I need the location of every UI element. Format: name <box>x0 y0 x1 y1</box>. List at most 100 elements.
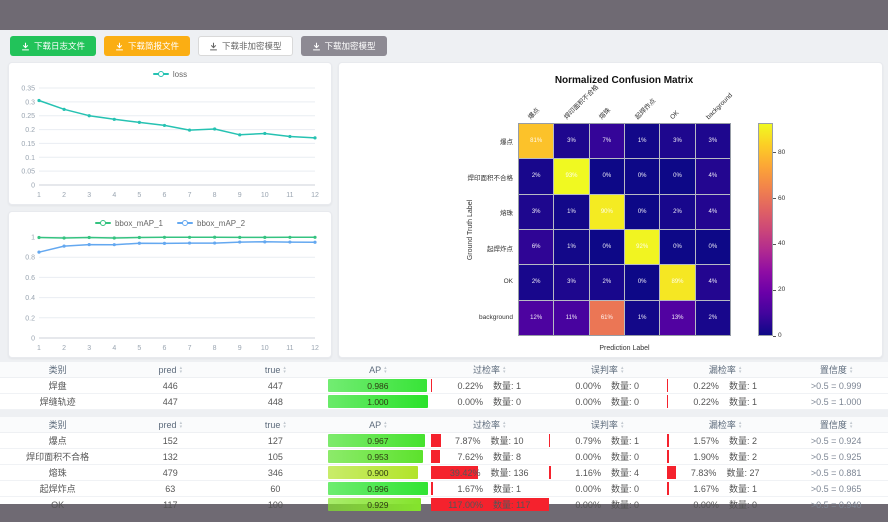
loss-chart-legend: loss <box>11 66 329 82</box>
column-header-6[interactable]: 漏检率▴▾ <box>666 417 784 433</box>
legend-label: bbox_mAP_2 <box>197 219 245 228</box>
matrix-cell: 1% <box>554 195 588 229</box>
data-point <box>213 236 216 239</box>
matrix-row-label: 爆点 <box>500 136 513 146</box>
download-plain-model-button[interactable]: 下载非加密模型 <box>198 36 293 56</box>
column-header-7[interactable]: 置信度▴▾ <box>784 362 888 378</box>
button-label: 下载日志文件 <box>34 40 85 52</box>
miss-rate-bar <box>667 482 669 495</box>
miss-rate-cell: 0.00%数量: 0 <box>666 498 784 511</box>
class-name: 熔珠 <box>0 465 115 481</box>
sort-icon[interactable]: ▴▾ <box>384 421 387 429</box>
miss-rate-count: 数量: 27 <box>726 466 759 479</box>
matrix-cell: 1% <box>625 124 659 158</box>
sort-icon[interactable]: ▴▾ <box>739 366 742 374</box>
sort-icon[interactable]: ▴▾ <box>180 366 183 374</box>
misjudge-rate-bar <box>549 434 550 447</box>
column-header-3[interactable]: AP▴▾ <box>326 362 431 378</box>
column-header-5[interactable]: 误判率▴▾ <box>548 362 666 378</box>
matrix-cell: 92% <box>625 230 659 264</box>
data-point <box>62 244 65 247</box>
sort-icon[interactable]: ▴▾ <box>850 366 853 374</box>
data-point <box>138 236 141 239</box>
matrix-cell: 2% <box>519 265 553 299</box>
svg-text:8: 8 <box>213 192 217 199</box>
svg-text:0.3: 0.3 <box>25 99 35 106</box>
table-row: 焊印面积不合格1321050.9537.62%数量: 80.00%数量: 01.… <box>0 449 888 465</box>
matrix-cell: 13% <box>660 301 694 335</box>
misjudge-rate-rate: 1.16% <box>575 468 601 478</box>
sort-icon[interactable]: ▴▾ <box>180 421 183 429</box>
download-log-button[interactable]: 下载日志文件 <box>10 36 96 56</box>
matrix-cell: 0% <box>625 265 659 299</box>
data-point <box>163 124 166 127</box>
legend-item-bbox_mAP_2[interactable]: bbox_mAP_2 <box>177 219 245 228</box>
svg-text:0.2: 0.2 <box>25 315 35 322</box>
legend-item-bbox_mAP_1[interactable]: bbox_mAP_1 <box>95 219 163 228</box>
true-value: 346 <box>225 465 325 481</box>
data-point <box>163 242 166 245</box>
class-name: 焊印面积不合格 <box>0 449 115 465</box>
misjudge-rate-cell: 0.00%数量: 0 <box>548 395 666 408</box>
sort-icon[interactable]: ▴▾ <box>283 421 286 429</box>
sort-icon[interactable]: ▴▾ <box>621 421 624 429</box>
column-header-0: 类别 <box>0 417 115 433</box>
class-name: 焊盘 <box>0 378 115 394</box>
sort-icon[interactable]: ▴▾ <box>621 366 624 374</box>
sort-icon[interactable]: ▴▾ <box>850 421 853 429</box>
column-header-2[interactable]: true▴▾ <box>225 362 325 378</box>
column-header-1[interactable]: pred▴▾ <box>115 362 225 378</box>
column-header-7[interactable]: 置信度▴▾ <box>784 417 888 433</box>
matrix-column-label: background <box>705 92 734 121</box>
misjudge-rate-cell: 0.00%数量: 0 <box>548 498 666 511</box>
class-name: 爆点 <box>0 433 115 449</box>
column-header-label: 过检率 <box>473 418 500 431</box>
misjudge-rate-bar <box>549 466 550 479</box>
matrix-cell: 89% <box>660 265 694 299</box>
legend-item-loss[interactable]: loss <box>153 70 187 79</box>
column-header-5[interactable]: 误判率▴▾ <box>548 417 666 433</box>
column-header-label: 过检率 <box>473 363 500 376</box>
legend-label: loss <box>173 70 187 79</box>
column-header-3[interactable]: AP▴▾ <box>326 417 431 433</box>
miss-rate-count: 数量: 1 <box>729 379 757 392</box>
sort-icon[interactable]: ▴▾ <box>384 366 387 374</box>
sort-icon[interactable]: ▴▾ <box>283 366 286 374</box>
miss-rate-rate: 0.00% <box>693 500 719 510</box>
dashboard-page: { "toolbar": { "buttons": [ {"name": "do… <box>0 0 888 522</box>
over-rate-bar <box>431 482 433 495</box>
data-point <box>238 133 241 136</box>
matrix-cell: 3% <box>696 124 730 158</box>
data-point <box>138 121 141 124</box>
svg-text:8: 8 <box>213 345 217 352</box>
column-header-label: 类别 <box>49 363 67 376</box>
svg-text:1: 1 <box>37 192 41 199</box>
matrix-cell: 3% <box>660 124 694 158</box>
column-header-0: 类别 <box>0 362 115 378</box>
column-header-1[interactable]: pred▴▾ <box>115 417 225 433</box>
legend-label: bbox_mAP_1 <box>115 219 163 228</box>
data-point <box>62 236 65 239</box>
column-header-label: 误判率 <box>591 363 618 376</box>
misjudge-rate-count: 数量: 1 <box>611 434 639 447</box>
column-header-4[interactable]: 过检率▴▾ <box>430 417 548 433</box>
download-report-button[interactable]: 下载简报文件 <box>104 36 190 56</box>
download-encrypted-model-button[interactable]: 下载加密模型 <box>301 36 387 56</box>
data-point <box>213 127 216 130</box>
series-line-loss <box>39 101 315 138</box>
column-header-4[interactable]: 过检率▴▾ <box>430 362 548 378</box>
over-rate-count: 数量: 1 <box>493 482 521 495</box>
svg-text:0.8: 0.8 <box>25 255 35 262</box>
sort-icon[interactable]: ▴▾ <box>739 421 742 429</box>
sort-icon[interactable]: ▴▾ <box>503 366 506 374</box>
column-header-6[interactable]: 漏检率▴▾ <box>666 362 784 378</box>
table-row: 起焊炸点63600.9961.67%数量: 10.00%数量: 01.67%数量… <box>0 481 888 497</box>
miss-rate-count: 数量: 1 <box>729 395 757 408</box>
column-header-2[interactable]: true▴▾ <box>225 417 325 433</box>
sort-icon[interactable]: ▴▾ <box>503 421 506 429</box>
matrix-cell: 0% <box>660 159 694 193</box>
ap-value: 0.929 <box>328 498 429 511</box>
over-rate-cell: 7.87%数量: 10 <box>430 434 548 447</box>
legend-marker-icon <box>95 222 111 224</box>
data-point <box>238 240 241 243</box>
